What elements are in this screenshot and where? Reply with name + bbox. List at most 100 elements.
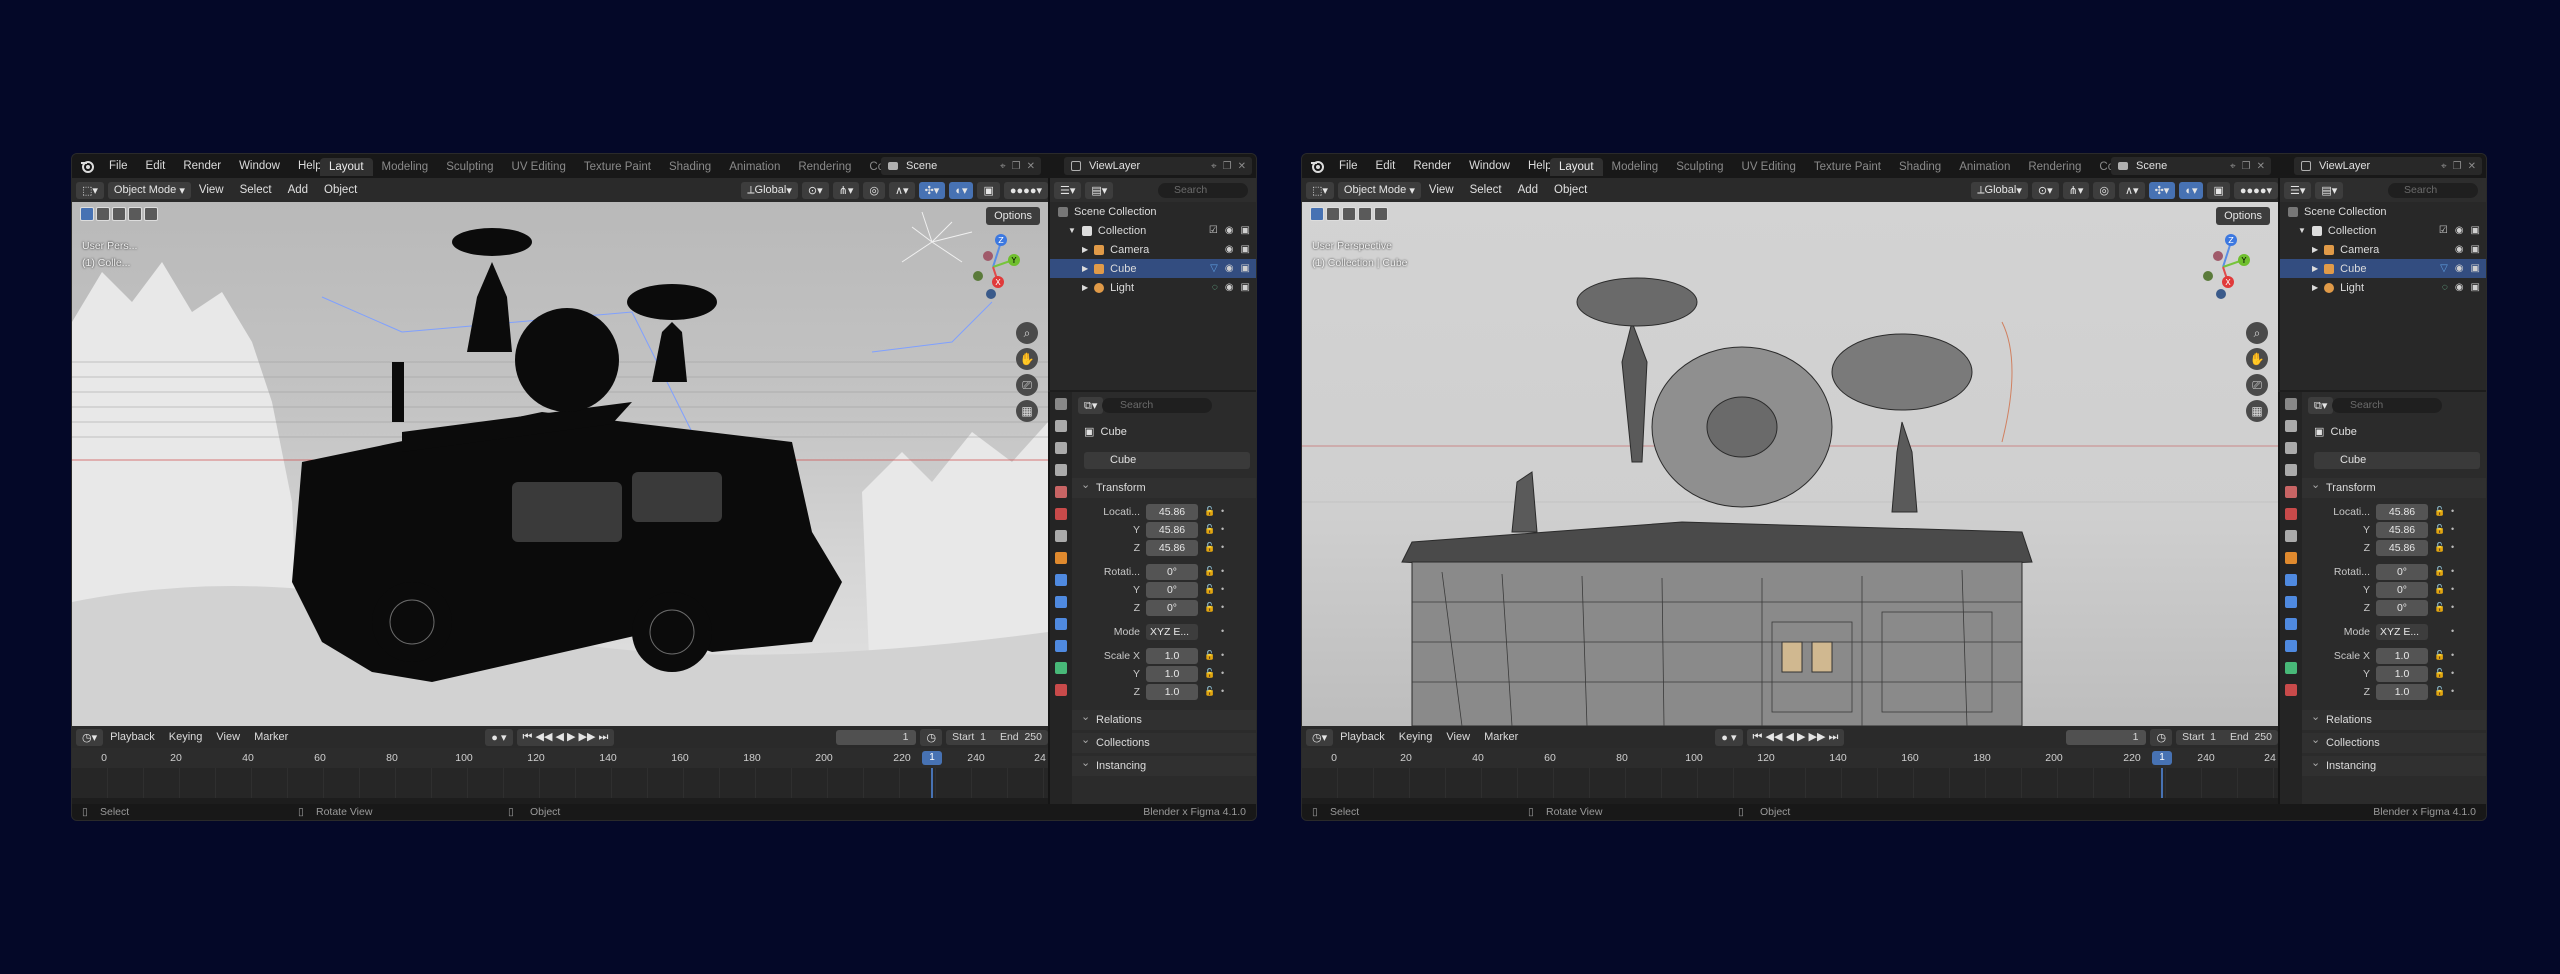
keyframe-dot-icon[interactable]: • — [2451, 626, 2454, 636]
eye-icon[interactable]: ◉ — [1225, 225, 1234, 236]
menu-edit[interactable]: Edit — [137, 160, 175, 172]
lock-icon[interactable]: 🔓 — [2434, 668, 2445, 679]
xray-icon[interactable]: ▣ — [977, 181, 1000, 199]
collections-panel-header[interactable]: Collections — [2302, 730, 2486, 753]
menu-render[interactable]: Render — [174, 160, 230, 172]
eye-icon[interactable]: ◉ — [2455, 225, 2464, 236]
outliner-cube[interactable]: ▶ Cube ▽ ◉ ▣ — [2280, 259, 2486, 278]
object-name-field[interactable]: Cube — [1084, 452, 1250, 469]
editor-type-button[interactable]: ⬚▾ — [1306, 181, 1334, 199]
expand-icon[interactable]: ▶ — [2312, 245, 2318, 254]
modifier-tab-icon[interactable] — [2285, 574, 2297, 586]
current-frame-field[interactable]: 1 — [2066, 729, 2147, 745]
object-tab-icon[interactable] — [1055, 552, 1067, 564]
lock-icon[interactable]: 🔓 — [1204, 668, 1215, 679]
tab-shading[interactable]: Shading — [660, 158, 720, 176]
tab-layout[interactable]: Layout — [320, 157, 373, 176]
orientation-dropdown[interactable]: ⟂ Global ▾ — [741, 181, 798, 199]
proportional-edit-icon[interactable]: ◎ — [863, 181, 885, 199]
menu-object[interactable]: Object — [1546, 184, 1595, 196]
tab-texture-paint[interactable]: Texture Paint — [575, 158, 660, 176]
location-y-field[interactable]: 45.86 — [2376, 522, 2428, 538]
collection-tab-icon[interactable] — [1055, 530, 1067, 542]
pin-icon[interactable]: ⌖ — [1211, 161, 1217, 172]
menu-keying[interactable]: Keying — [162, 731, 210, 743]
select-box-icon[interactable] — [80, 207, 94, 221]
particles-tab-icon[interactable] — [1055, 596, 1067, 608]
editor-type-button[interactable]: ⬚▾ — [76, 181, 104, 199]
lock-icon[interactable]: 🔓 — [2434, 650, 2445, 661]
select-intersect-icon[interactable] — [1374, 207, 1388, 221]
scale-y-field[interactable]: 1.0 — [2376, 666, 2428, 682]
camera-icon[interactable]: ▣ — [1241, 244, 1250, 255]
physics-tab-icon[interactable] — [1055, 618, 1067, 630]
select-invert-icon[interactable] — [128, 207, 142, 221]
expand-icon[interactable]: ▶ — [1082, 264, 1088, 273]
snap-icon[interactable]: ⋔▾ — [832, 181, 860, 199]
lock-icon[interactable]: 🔓 — [2434, 524, 2445, 535]
overlay-toggle-icon[interactable]: ◐▾ — [949, 181, 974, 199]
select-invert-icon[interactable] — [1358, 207, 1372, 221]
view-layer-tab-icon[interactable] — [2285, 464, 2297, 476]
keyframe-dot-icon[interactable]: • — [2451, 686, 2454, 696]
select-intersect-icon[interactable] — [144, 207, 158, 221]
overlay-toggle-icon[interactable]: ◐▾ — [2179, 181, 2204, 199]
constraints-tab-icon[interactable] — [2285, 640, 2297, 652]
timeline-ruler[interactable]: 0 20 40 60 80 100 120 140 160 180 200 22… — [1302, 748, 2278, 768]
keyframe-dot-icon[interactable]: • — [2451, 650, 2454, 660]
3d-viewport[interactable]: User Pers... (1) Colle... Options Z Y X … — [72, 202, 1048, 726]
end-value[interactable]: 250 — [1024, 731, 1042, 743]
rotation-z-field[interactable]: 0° — [2376, 600, 2428, 616]
menu-timeline-view[interactable]: View — [209, 731, 247, 743]
rotation-x-field[interactable]: 0° — [2376, 564, 2428, 580]
select-subtract-icon[interactable] — [112, 207, 126, 221]
falloff-icon[interactable]: ∧▾ — [888, 181, 915, 199]
tab-sculpting[interactable]: Sculpting — [437, 158, 502, 176]
keyframe-dot-icon[interactable]: • — [2451, 524, 2454, 534]
lock-icon[interactable]: 🔓 — [2434, 542, 2445, 553]
camera-icon[interactable]: ▣ — [1241, 282, 1250, 293]
lock-icon[interactable]: 🔓 — [1204, 650, 1215, 661]
copy-icon[interactable]: ❐ — [2242, 161, 2251, 172]
transform-panel-header[interactable]: Transform — [2302, 475, 2486, 498]
select-subtract-icon[interactable] — [1342, 207, 1356, 221]
outliner-light[interactable]: ▶ Light ◌ ◉ ▣ — [1050, 278, 1256, 297]
menu-timeline-view[interactable]: View — [1439, 731, 1477, 743]
properties-search-input[interactable]: Search — [2332, 398, 2442, 413]
keyframe-dot-icon[interactable]: • — [1221, 542, 1224, 552]
expand-icon[interactable]: ▶ — [1082, 283, 1088, 292]
outliner-camera[interactable]: ▶ Camera ◉ ▣ — [1050, 240, 1256, 259]
camera-view-icon[interactable]: ⎚ — [2246, 374, 2268, 396]
tab-modeling[interactable]: Modeling — [373, 158, 438, 176]
eye-icon[interactable]: ◉ — [1225, 282, 1234, 293]
menu-render[interactable]: Render — [1404, 160, 1460, 172]
clock-icon[interactable]: ◷ — [2150, 728, 2173, 746]
rotation-y-field[interactable]: 0° — [2376, 582, 2428, 598]
options-button[interactable]: Options — [2216, 207, 2270, 225]
lock-icon[interactable]: 🔓 — [1204, 584, 1215, 595]
start-value[interactable]: 1 — [980, 731, 986, 743]
output-tab-icon[interactable] — [2285, 442, 2297, 454]
outliner-camera[interactable]: ▶ Camera ◉ ▣ — [2280, 240, 2486, 259]
frame-range[interactable]: Start 1 End 250 — [946, 729, 1048, 745]
menu-file[interactable]: File — [1330, 160, 1367, 172]
rotation-y-field[interactable]: 0° — [1146, 582, 1198, 598]
grid-projection-icon[interactable]: ▦ — [1016, 400, 1038, 422]
outliner-cube[interactable]: ▶ Cube ▽ ◉ ▣ — [1050, 259, 1256, 278]
camera-icon[interactable]: ▣ — [2471, 282, 2480, 293]
blender-logo-icon[interactable] — [1310, 159, 1324, 173]
shading-modes-icon[interactable]: ●●●●▾ — [2233, 181, 2278, 199]
timeline-track-area[interactable] — [72, 768, 1048, 798]
lock-icon[interactable]: 🔓 — [1204, 506, 1215, 517]
keyframe-dot-icon[interactable]: • — [1221, 686, 1224, 696]
close-icon[interactable]: ✕ — [1027, 161, 1035, 172]
tab-rendering[interactable]: Rendering — [789, 158, 860, 176]
end-value[interactable]: 250 — [2254, 731, 2272, 743]
playhead-marker[interactable]: 1 — [922, 751, 942, 765]
camera-view-icon[interactable]: ⎚ — [1016, 374, 1038, 396]
keyframe-dot-icon[interactable]: • — [2451, 506, 2454, 516]
snap-icon[interactable]: ⋔▾ — [2062, 181, 2090, 199]
record-icon[interactable]: ● ▾ — [485, 728, 513, 746]
location-z-field[interactable]: 45.86 — [1146, 540, 1198, 556]
keyframe-dot-icon[interactable]: • — [1221, 650, 1224, 660]
